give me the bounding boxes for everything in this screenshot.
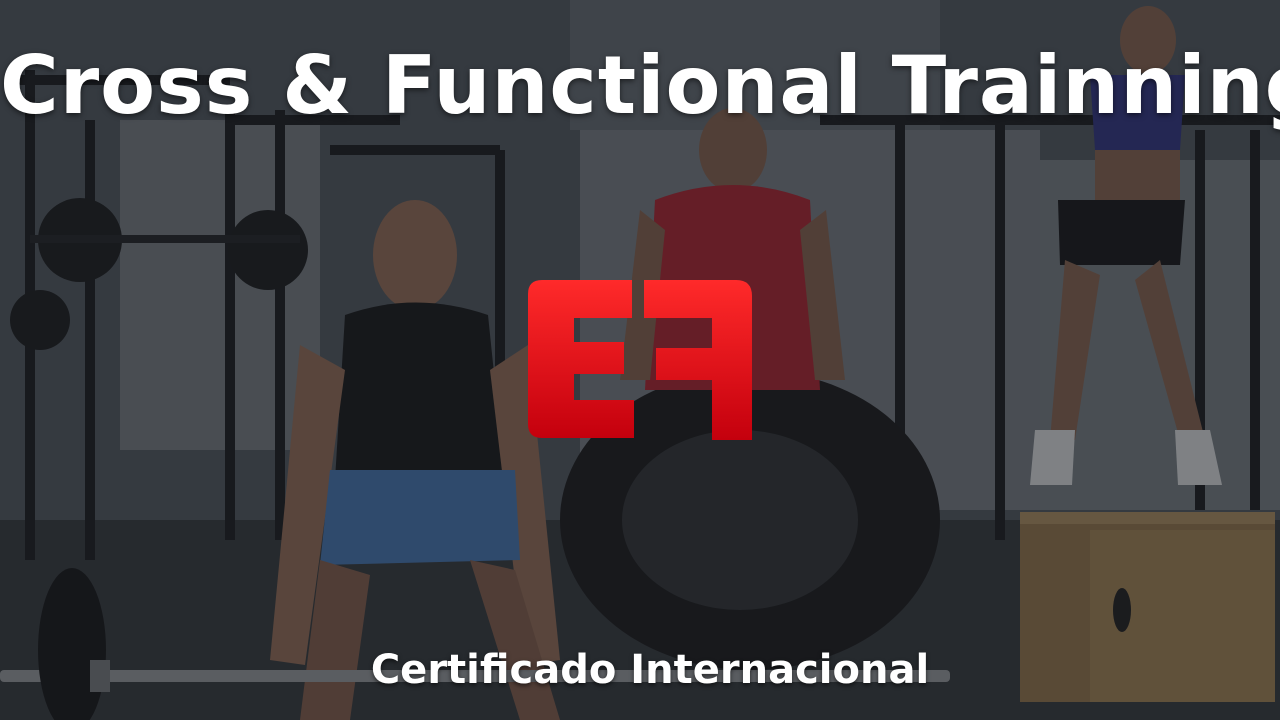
- certificate-subtitle: Certificado Internacional: [370, 647, 930, 693]
- course-title: Cross & Functional Trainning: [0, 39, 1280, 132]
- hero-banner: Cross & Functional Trainning Certificado…: [0, 0, 1280, 720]
- ef-logo: [528, 280, 752, 440]
